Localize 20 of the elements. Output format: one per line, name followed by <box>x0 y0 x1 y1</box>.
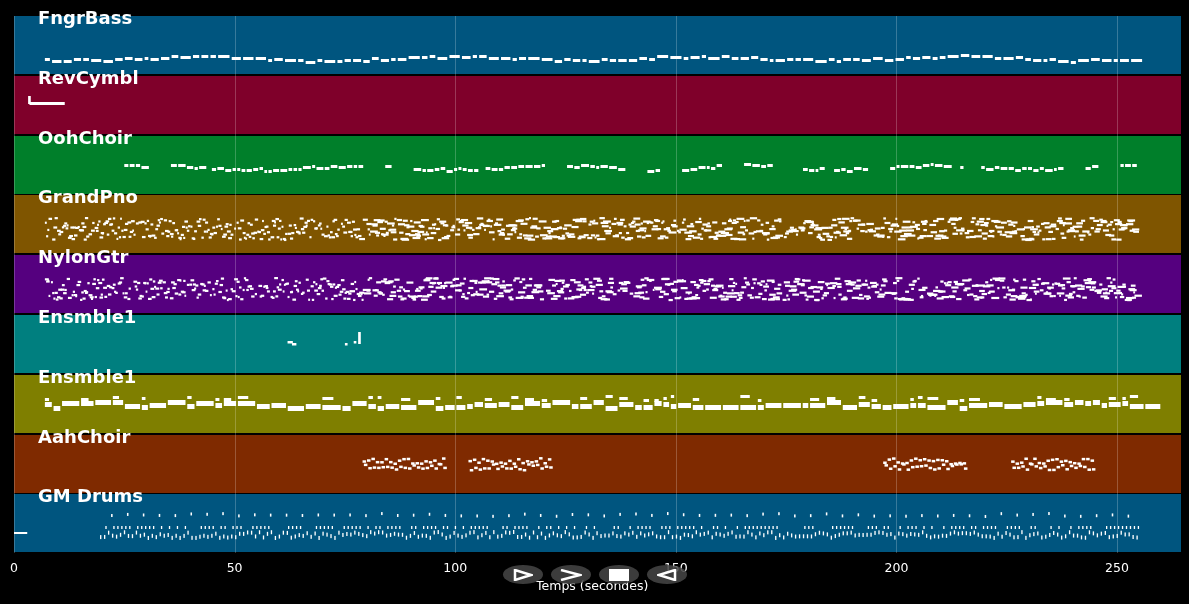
track-name: Ensmble1 <box>38 307 137 327</box>
chevron-icon <box>560 568 582 581</box>
track-name: NylonGtr <box>38 247 129 268</box>
track-name: FngrBass <box>38 8 133 28</box>
axis-tick-label: 250 <box>1105 560 1129 576</box>
axis-title: Temps (secondes) <box>536 578 649 594</box>
axis-tick-label: 200 <box>884 560 909 576</box>
play-icon <box>513 568 533 581</box>
track-name: GM Drums <box>38 486 144 507</box>
track-name: GrandPno <box>38 187 138 208</box>
axis-tick-label: 100 <box>443 560 468 576</box>
reverse-button[interactable] <box>647 565 687 584</box>
axis-tick-label: 50 <box>226 560 243 576</box>
track-name: AahChoir <box>38 426 131 447</box>
track-name: OohChoir <box>38 127 132 148</box>
track-name: RevCymbl <box>38 67 139 88</box>
note-roll-drawing <box>28 95 65 105</box>
track-name: Ensmble1 <box>38 366 137 387</box>
axis-tick-label: 0 <box>10 560 18 576</box>
stop-icon <box>609 568 629 581</box>
